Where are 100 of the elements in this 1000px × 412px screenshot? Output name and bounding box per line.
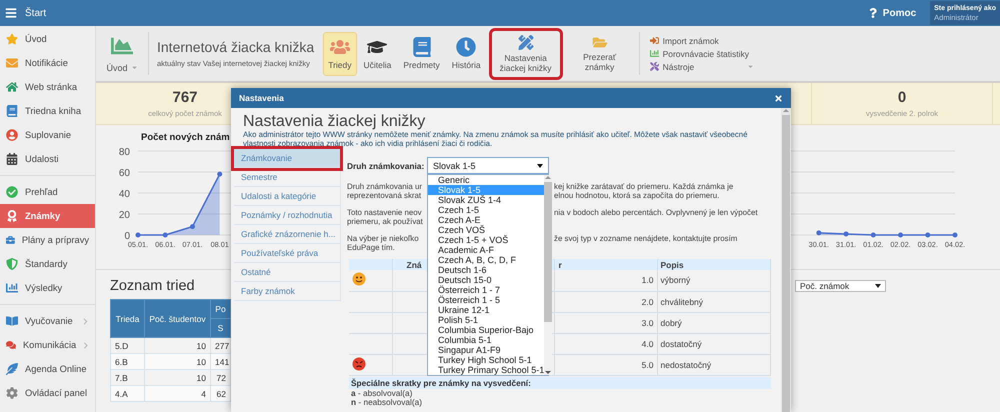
sidebar-label: Notifikácie: [25, 58, 69, 68]
menu-icon[interactable]: [5, 7, 17, 19]
sidebar-label: Úvod: [25, 34, 48, 44]
column-header: Popis: [657, 259, 770, 270]
scroll-up-icon[interactable]: [545, 175, 552, 180]
settings-icon: [6, 387, 18, 399]
sidebar-label: Vyučovanie: [25, 316, 74, 326]
scrollbar[interactable]: [781, 108, 791, 412]
axis-label: 40: [118, 189, 130, 200]
sidebar-item[interactable]: Známky: [0, 204, 95, 228]
feather-icon: [6, 363, 18, 375]
toolbar-button[interactable]: Triedy: [323, 32, 357, 76]
data-point: [217, 172, 222, 177]
settings-menu-item[interactable]: Používateľské práva: [234, 244, 340, 263]
sidebar-label: Triedna kniha: [25, 106, 82, 116]
grading-select[interactable]: Slovak 1-5: [427, 157, 549, 174]
toolbar-button[interactable]: Predmety: [398, 32, 445, 76]
sidebar-item[interactable]: Prehľad: [0, 180, 95, 204]
column-header: Po: [210, 300, 230, 318]
table-cell: dobrý: [657, 312, 770, 333]
column-header: r: [554, 259, 657, 270]
envelope-icon: [6, 57, 18, 69]
scrollbar[interactable]: [544, 175, 552, 375]
legend-text: n - neabsolvoval(a): [350, 398, 424, 406]
section-title: Zoznam tried: [110, 278, 195, 294]
settings-menu-item[interactable]: Grafické znázornenie h...: [234, 225, 340, 244]
tools-icon: [650, 62, 659, 71]
table-cell: 4: [144, 386, 210, 402]
table-cell: 10: [144, 338, 210, 354]
settings-menu-item[interactable]: Semestre: [234, 168, 340, 187]
sidebar-item[interactable]: Ovládací panel: [0, 381, 95, 405]
sidebar-item[interactable]: Web stránka: [0, 75, 95, 99]
table-cell: 1.0: [554, 270, 657, 291]
caret-icon[interactable]: [746, 63, 754, 70]
toolbar-button[interactable]: Učitelia: [358, 32, 396, 76]
shield-icon: [6, 258, 18, 270]
bar-chart-icon: [6, 282, 18, 294]
calendar-icon: [6, 153, 18, 165]
sidebar-item[interactable]: Notifikácie: [0, 51, 95, 75]
help-link[interactable]: Pomoc: [882, 8, 916, 18]
table-cell: 10: [144, 354, 210, 370]
angry-face-icon: [352, 356, 366, 370]
table-cell: 5.0: [554, 354, 657, 375]
sidebar-item[interactable]: Komunikácia: [0, 333, 95, 357]
briefcase-icon: [6, 234, 15, 246]
sidebar-label: Štandardy: [25, 259, 68, 269]
sidebar-item[interactable]: Plány a prípravy: [0, 228, 95, 252]
axis-label: 20: [118, 210, 130, 221]
dialog-heading: Nastavenia žiackej knižky: [242, 112, 426, 131]
house-icon: [6, 81, 18, 93]
table-cell: 5.D: [110, 338, 144, 354]
sidebar-item[interactable]: Suplovanie: [0, 123, 95, 147]
people-icon: [330, 37, 350, 57]
smiling-face-icon: [352, 272, 366, 286]
table-cell: 7.B: [110, 370, 144, 386]
axis-label: 0: [124, 231, 130, 242]
sidebar-item[interactable]: Štandardy: [0, 252, 95, 276]
sidebar-label: Udalosti: [25, 154, 60, 164]
sidebar-item[interactable]: Udalosti: [0, 147, 95, 171]
sidebar-label: Web stránka: [25, 82, 78, 92]
data-point: [844, 231, 849, 236]
toolbar-link[interactable]: Nástroje: [662, 62, 694, 72]
data-point: [898, 232, 904, 238]
table-cell: chválitebný: [657, 291, 770, 312]
chat-bubbles-icon: [6, 339, 16, 351]
column-header: S: [210, 318, 230, 338]
toolbar-link[interactable]: Porovnávacie štatistiky: [662, 48, 750, 58]
home-button[interactable]: Úvod: [100, 34, 144, 72]
toolbar-button[interactable]: História: [446, 32, 486, 76]
help-icon: [868, 8, 878, 18]
page-title: Internetová žiacka knižka: [157, 39, 314, 55]
sort-select[interactable]: Poč. známok: [795, 280, 886, 292]
toolbar-button[interactable]: Prezerať známky: [566, 32, 634, 76]
sidebar-label: Komunikácia: [22, 340, 76, 350]
sidebar-label: Suplovanie: [25, 130, 72, 140]
settings-menu-item[interactable]: Farby známok: [234, 282, 340, 301]
data-point: [816, 230, 822, 236]
data-point: [952, 232, 958, 238]
caret-icon: [875, 284, 881, 288]
table-cell: nedostatočný: [657, 354, 770, 375]
toolbar-link[interactable]: Import známok: [662, 36, 719, 46]
dialog-title: Nastavenia: [239, 93, 284, 103]
sidebar-item[interactable]: Výsledky: [0, 276, 95, 300]
settings-menu-item[interactable]: Ostatné: [234, 263, 340, 282]
sidebar-item[interactable]: Triedna kniha: [0, 99, 95, 123]
toolbar-button[interactable]: Nastavenia žiackej knižky: [492, 30, 560, 76]
start-menu-label[interactable]: Štart: [25, 8, 46, 18]
column-header: Trieda: [110, 300, 144, 338]
settings-menu-item[interactable]: Udalosti a kategórie: [234, 187, 340, 206]
data-point: [870, 232, 876, 238]
close-icon[interactable]: [774, 94, 783, 102]
sidebar-label: Agenda Online: [25, 364, 88, 374]
sidebar-item[interactable]: Úvod: [0, 27, 95, 51]
sidebar-label: Výsledky: [25, 283, 64, 293]
settings-menu-item[interactable]: Poznámky / rozhodnutia: [234, 206, 340, 225]
badge-icon: [6, 210, 18, 222]
sidebar-item[interactable]: Vyučovanie: [0, 309, 95, 333]
clock-icon: [456, 37, 476, 57]
sidebar-label: Prehľad: [25, 187, 59, 197]
sidebar-item[interactable]: Agenda Online: [0, 357, 95, 381]
